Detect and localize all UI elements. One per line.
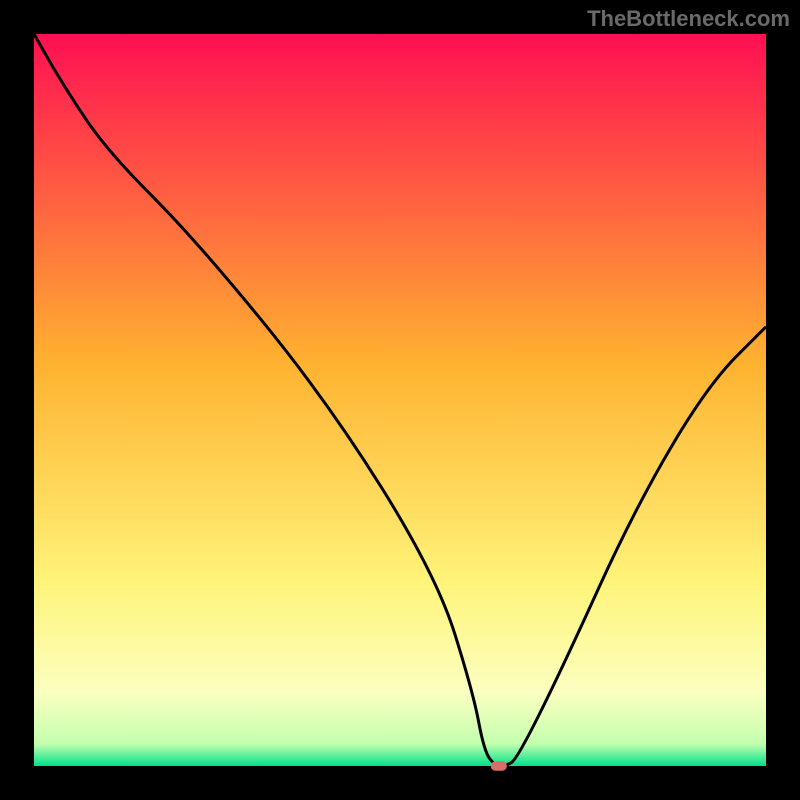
optimal-marker bbox=[491, 761, 507, 771]
bottleneck-chart: TheBottleneck.com bbox=[0, 0, 800, 800]
plot-background bbox=[34, 34, 766, 766]
watermark: TheBottleneck.com bbox=[587, 6, 790, 31]
